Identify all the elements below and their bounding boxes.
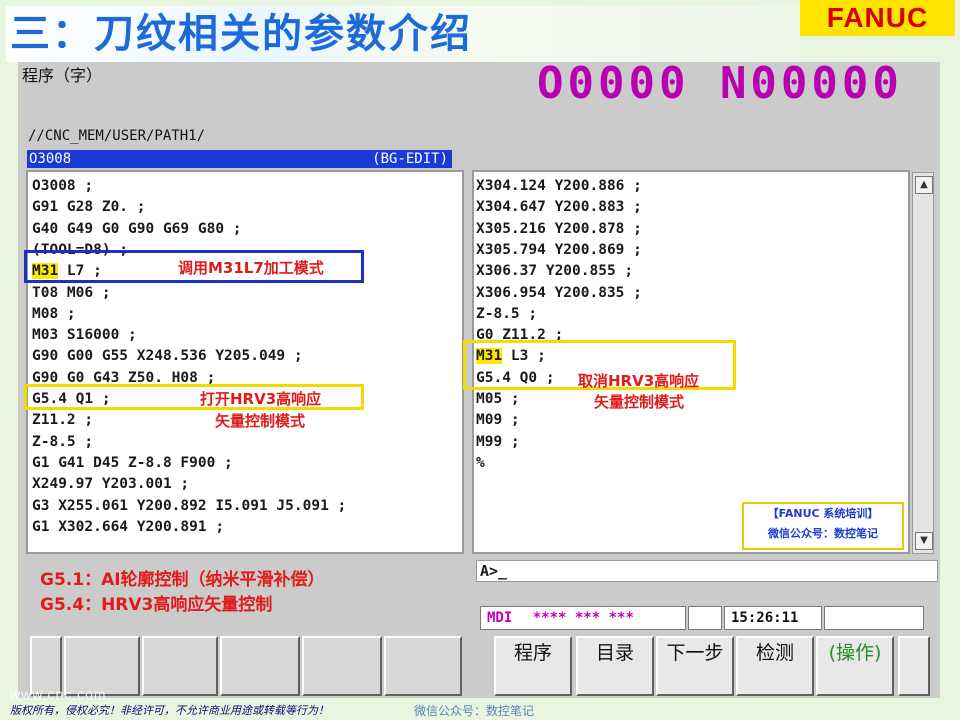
status-alarm: **** *** *** [532,610,634,626]
softkey-program[interactable]: 程序 [494,636,572,696]
code-line[interactable]: X306.954 Y200.835 ; [476,283,642,304]
training-badge-line1: 【FANUC 系统培训】 [767,507,879,520]
fanuc-logo: FANUC [800,0,955,36]
footer-wechat: 微信公众号：数控笔记 [414,704,535,718]
softkey-next[interactable]: 下一步 [656,636,734,696]
status-mode: MDI [487,610,513,626]
status-blank-2 [824,606,924,630]
code-line[interactable]: Z-8.5 ; [32,432,93,453]
code-line[interactable]: M08 ; [32,304,76,325]
code-line[interactable]: X304.124 Y200.886 ; [476,176,642,197]
softkey-check[interactable]: 检测 [736,636,814,696]
code-line[interactable]: Z11.2 ; [32,410,93,431]
program-number-display: O0000 N00000 [537,58,903,109]
code-line[interactable]: G90 G00 G55 X248.536 Y205.049 ; [32,346,303,367]
screen-name: 程序（字） [22,66,103,85]
softkey-continue[interactable] [898,636,930,696]
program-path: //CNC_MEM/USER/PATH1/ [28,128,206,144]
status-bar: MDI **** *** *** 15:26:11 [476,606,938,632]
status-mode-cell: MDI **** *** *** [480,606,686,630]
code-line[interactable]: Z-8.5 ; [476,304,537,325]
training-badge: 【FANUC 系统培训】 微信公众号：数控笔记 [742,502,904,550]
scrollbar[interactable]: ▲ ▼ [912,172,934,554]
code-line[interactable]: X305.216 Y200.878 ; [476,219,642,240]
code-line[interactable]: X249.97 Y203.001 ; [32,474,189,495]
annotation-cancel-hrv3-2: 矢量控制模式 [594,393,685,411]
softkey-blank-3[interactable] [220,636,300,696]
copyright-notice: 版权所有，侵权必究！非经许可，不允许商业用途或转载等行为！ [10,704,329,717]
code-line[interactable]: M99 ; [476,432,520,453]
softkey-blank-2[interactable] [142,636,218,696]
softkey-operation[interactable]: (操作) [816,636,894,696]
training-badge-line2: 微信公众号：数控笔记 [768,527,878,540]
code-line[interactable]: G40 G49 G0 G90 G69 G80 ; [32,219,242,240]
program-name: O3008 [29,151,72,167]
code-line[interactable]: X306.37 Y200.855 ; [476,261,633,282]
scroll-down-icon[interactable]: ▼ [915,532,933,550]
annotation-call-m31: 调用M31L7加工模式 [178,259,324,277]
code-line[interactable]: G1 G41 D45 Z-8.8 F900 ; [32,453,233,474]
key-input-line[interactable]: A>_ [476,560,938,582]
note-g51: G5.1：AI轮廓控制（纳米平滑补偿） [40,570,325,590]
edit-mode: (BG-EDIT) [372,151,448,167]
status-blank-1 [688,606,722,630]
program-listing-left[interactable]: O3008 ; G91 G28 Z0. ; G40 G49 G0 G90 G69 G… [26,170,464,554]
watermark: www.cnc.com [10,686,107,702]
code-line[interactable]: G3 X255.061 Y200.892 I5.091 J5.091 ; [32,496,346,517]
code-line[interactable]: % [476,453,485,474]
code-line[interactable]: O3008 ; [32,176,93,197]
slide-title: 三：刀纹相关的参数介绍 [6,6,800,62]
annotation-cancel-hrv3-1: 取消HRV3高响应 [578,372,700,390]
code-line[interactable]: G91 G28 Z0. ; [32,197,146,218]
code-line[interactable]: M05 ; [476,389,520,410]
status-clock: 15:26:11 [724,606,822,630]
softkey-directory[interactable]: 目录 [576,636,654,696]
note-g54: G5.4：HRV3高响应矢量控制 [40,595,273,615]
code-line[interactable]: M03 S16000 ; [32,325,137,346]
program-header-bar: O3008 (BG-EDIT) [27,150,452,168]
annotation-enable-hrv3-1: 打开HRV3高响应 [200,390,322,408]
annotation-enable-hrv3-2: 矢量控制模式 [215,412,306,430]
softkey-blank-4[interactable] [302,636,382,696]
g-code-notes: G5.1：AI轮廓控制（纳米平滑补偿） G5.4：HRV3高响应矢量控制 [40,568,325,618]
code-line[interactable]: T08 M06 ; [32,283,111,304]
code-line[interactable]: M09 ; [476,410,520,431]
scroll-up-icon[interactable]: ▲ [915,176,933,194]
softkey-blank-5[interactable] [384,636,462,696]
code-line[interactable]: X304.647 Y200.883 ; [476,197,642,218]
code-line[interactable]: X305.794 Y200.869 ; [476,240,642,261]
code-line[interactable]: G1 X302.664 Y200.891 ; [32,517,224,538]
